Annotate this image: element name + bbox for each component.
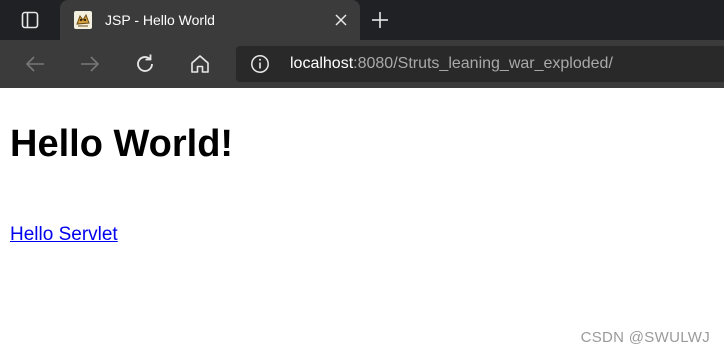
tab-strip: JSP - Hello World (0, 0, 724, 40)
home-icon (191, 55, 209, 73)
reload-icon (137, 54, 153, 72)
tab-active[interactable]: JSP - Hello World (60, 0, 360, 40)
hello-servlet-link[interactable]: Hello Servlet (10, 223, 118, 247)
reload-button[interactable] (129, 48, 161, 80)
tomcat-icon (74, 11, 92, 29)
site-info-button[interactable] (250, 54, 270, 74)
home-button[interactable] (184, 48, 216, 80)
back-button[interactable] (19, 48, 51, 80)
forward-button[interactable] (74, 48, 106, 80)
page-heading: Hello World! (10, 123, 234, 165)
forward-arrow-icon (81, 56, 100, 72)
plus-icon (372, 12, 388, 28)
close-icon (335, 14, 347, 26)
tab-actions-button[interactable] (10, 6, 50, 34)
tab-title: JSP - Hello World (105, 12, 215, 28)
new-tab-button[interactable] (366, 6, 394, 34)
url-text: localhost:8080/Struts_leaning_war_explod… (290, 54, 613, 74)
watermark: CSDN @SWULWJ (580, 329, 710, 346)
browser-toolbar: localhost:8080/Struts_leaning_war_explod… (0, 40, 724, 88)
back-arrow-icon (25, 56, 44, 72)
url-host: localhost (290, 55, 354, 72)
url-path: :8080/Struts_leaning_war_exploded/ (353, 55, 613, 72)
tab-actions-icon (21, 11, 39, 29)
tab-close-button[interactable] (330, 9, 352, 31)
info-icon (251, 55, 269, 73)
page-content: Hello World! Hello Servlet CSDN @SWULWJ (0, 88, 724, 355)
address-bar[interactable]: localhost:8080/Struts_leaning_war_explod… (236, 46, 724, 82)
